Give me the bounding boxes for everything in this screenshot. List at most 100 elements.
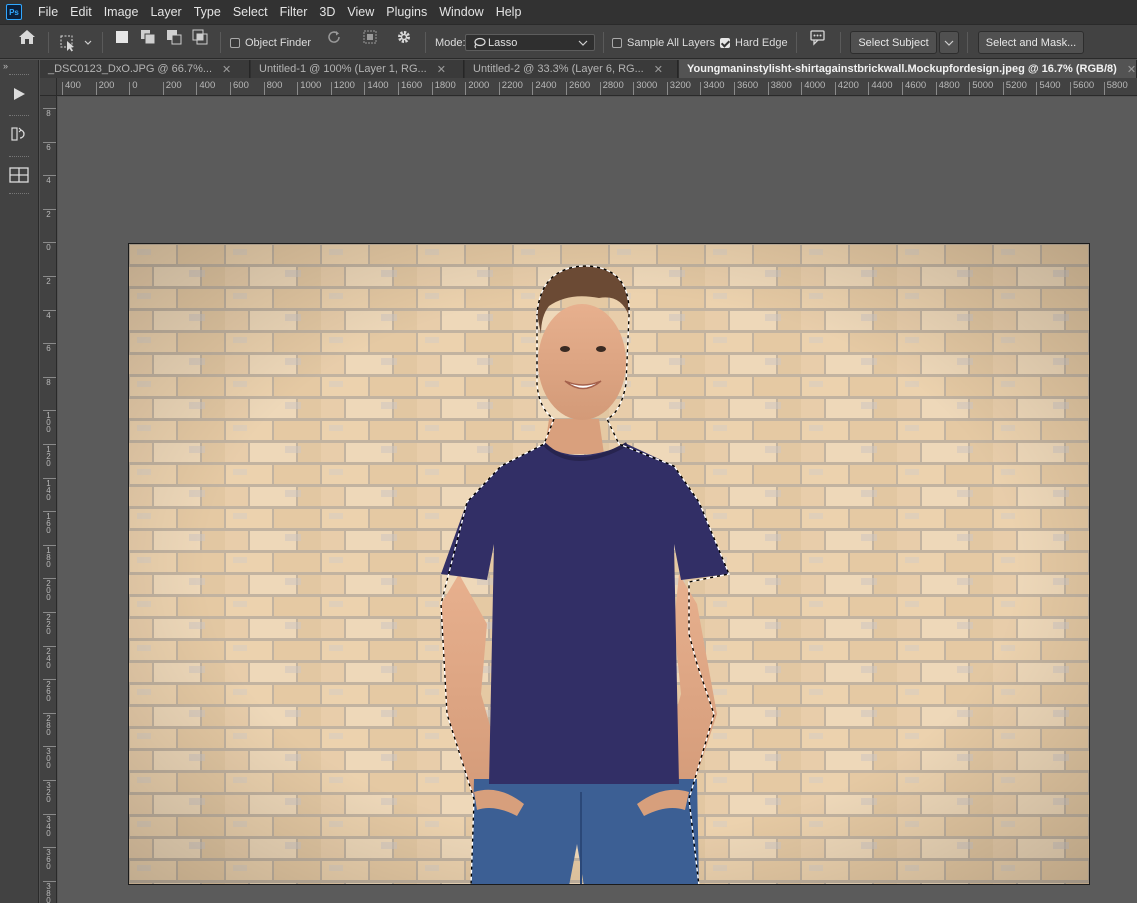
ruler-v-label: 2 <box>40 208 56 218</box>
ruler-h-label: 5200 <box>1002 78 1027 95</box>
ruler-h-label: 5800 <box>1103 78 1128 95</box>
document-tab-active[interactable]: Youngmaninstylisht-shirtagainstbrickwall… <box>679 60 1137 78</box>
ruler-h-label: 0 <box>129 78 137 95</box>
collapse-panel-icon[interactable]: » <box>3 61 8 71</box>
tab-title: _DSC0123_DxO.JPG @ 66.7%... <box>48 63 213 75</box>
horizontal-ruler[interactable]: 400 200 0 200 400 600 800 1000 1200 1400 1600 1800 2… <box>57 78 1137 96</box>
ruler-h-label: 2000 <box>465 78 489 95</box>
ruler-h-label: 3000 <box>633 78 657 95</box>
ruler-origin[interactable] <box>40 78 57 96</box>
refresh-button[interactable] <box>322 25 346 49</box>
menu-window[interactable]: Window <box>433 0 489 24</box>
select-subject-dropdown-button[interactable] <box>939 31 959 54</box>
ruler-h-label: 1800 <box>431 78 456 95</box>
menu-help[interactable]: Help <box>490 0 528 24</box>
hard-edge-label: Hard Edge <box>735 36 788 49</box>
ruler-v-label: 160 <box>40 511 56 535</box>
close-icon[interactable]: ✕ <box>1127 63 1136 76</box>
menu-3d[interactable]: 3D <box>313 0 341 24</box>
home-button[interactable] <box>15 25 39 49</box>
menu-select[interactable]: Select <box>227 0 274 24</box>
options-bar: Object Finder Mode: Lasso Sample All Lay… <box>0 24 1137 59</box>
speech-bubble-icon <box>810 30 825 46</box>
menu-edit[interactable]: Edit <box>64 0 98 24</box>
panel-grip <box>9 74 29 76</box>
settings-button[interactable] <box>392 25 416 49</box>
ruler-v-label: 140 <box>40 477 56 501</box>
select-and-mask-button[interactable]: Select and Mask... <box>978 31 1084 54</box>
ruler-v-label: 4 <box>40 175 56 185</box>
menu-plugins[interactable]: Plugins <box>380 0 433 24</box>
history-icon <box>11 127 25 141</box>
neck <box>544 419 604 454</box>
layout-grid-icon <box>9 167 29 183</box>
gear-icon <box>398 31 410 43</box>
ruler-h-label: 1400 <box>364 78 389 95</box>
tool-preset-picker[interactable] <box>58 25 92 60</box>
vertical-ruler[interactable]: 8 6 4 2 0 2 4 6 8 100 120 140 160 180 200 220 240 260 280 3… <box>40 96 57 903</box>
ruler-h-label: 600 <box>230 78 249 95</box>
ruler-h-label: 4200 <box>834 78 859 95</box>
mode-label: Mode: <box>435 36 466 49</box>
ruler-v-label: 8 <box>40 376 56 386</box>
menu-image[interactable]: Image <box>98 0 145 24</box>
libraries-panel-button[interactable] <box>6 162 32 188</box>
document-image[interactable] <box>128 243 1090 885</box>
add-to-selection-button[interactable] <box>136 25 160 49</box>
ruler-v-label: 360 <box>40 847 56 871</box>
document-tab-bar: _DSC0123_DxO.JPG @ 66.7%... ✕ Untitled-1… <box>40 60 1137 78</box>
subtract-from-selection-button[interactable] <box>162 25 186 49</box>
ruler-h-label: 2600 <box>566 78 590 95</box>
ruler-v-label: 6 <box>40 343 56 353</box>
document-tab-2[interactable]: Untitled-1 @ 100% (Layer 1, RG... ✕ <box>251 60 464 78</box>
feedback-button[interactable] <box>806 25 830 49</box>
close-icon[interactable]: ✕ <box>654 63 663 76</box>
ruler-v-label: 300 <box>40 746 56 770</box>
home-icon <box>19 30 35 44</box>
menu-bar: Ps File Edit Image Layer Type Select Fil… <box>0 0 1137 24</box>
subtract-from-selection-icon <box>167 30 182 45</box>
ruler-h-label: 200 <box>95 78 114 95</box>
sample-all-layers-check[interactable] <box>612 37 622 48</box>
ruler-h-label: 200 <box>162 78 182 95</box>
ruler-h-label: 4800 <box>935 78 960 95</box>
add-to-selection-icon <box>141 30 156 45</box>
panel-grip <box>9 156 29 158</box>
ruler-v-label: 240 <box>40 645 56 669</box>
close-icon[interactable]: ✕ <box>222 63 231 76</box>
ruler-h-label: 3200 <box>666 78 691 95</box>
menu-type[interactable]: Type <box>188 0 227 24</box>
sample-all-layers-checkbox[interactable]: Sample All Layers <box>612 25 715 60</box>
play-icon <box>14 88 25 100</box>
document-tab-1[interactable]: _DSC0123_DxO.JPG @ 66.7%... ✕ <box>40 60 250 78</box>
object-selection-tool-icon <box>60 35 92 51</box>
ruler-h-label: 5400 <box>1036 78 1061 95</box>
intersect-selection-icon <box>192 29 208 45</box>
mode-dropdown[interactable]: Lasso <box>465 34 595 51</box>
menu-layer[interactable]: Layer <box>144 0 187 24</box>
new-selection-button[interactable] <box>110 25 134 49</box>
play-action-button[interactable] <box>6 81 32 107</box>
tools-panel: » <box>0 60 39 903</box>
ruler-v-label: 120 <box>40 444 56 468</box>
document-tab-3[interactable]: Untitled-2 @ 33.3% (Layer 6, RG... ✕ <box>465 60 678 78</box>
close-icon[interactable]: ✕ <box>437 63 446 76</box>
ruler-h-label: 400 <box>196 78 215 95</box>
hard-edge-check[interactable] <box>720 37 730 48</box>
show-all-objects-button[interactable] <box>358 25 382 49</box>
intersect-selection-button[interactable] <box>188 25 212 49</box>
history-panel-button[interactable] <box>6 121 32 147</box>
ruler-v-label: 260 <box>40 679 56 703</box>
menu-file[interactable]: File <box>32 0 64 24</box>
object-finder-check[interactable] <box>230 37 240 48</box>
select-subject-button[interactable]: Select Subject <box>850 31 937 54</box>
menu-view[interactable]: View <box>341 0 380 24</box>
ruler-v-label: 320 <box>40 780 56 804</box>
ruler-h-label: 3600 <box>734 78 758 95</box>
menu-filter[interactable]: Filter <box>274 0 314 24</box>
ruler-h-label: 3800 <box>767 78 792 95</box>
hard-edge-checkbox[interactable]: Hard Edge <box>720 25 788 60</box>
ruler-h-label: 800 <box>263 78 282 95</box>
object-finder-checkbox[interactable]: Object Finder <box>230 25 311 60</box>
ruler-h-label: 2400 <box>532 78 557 95</box>
